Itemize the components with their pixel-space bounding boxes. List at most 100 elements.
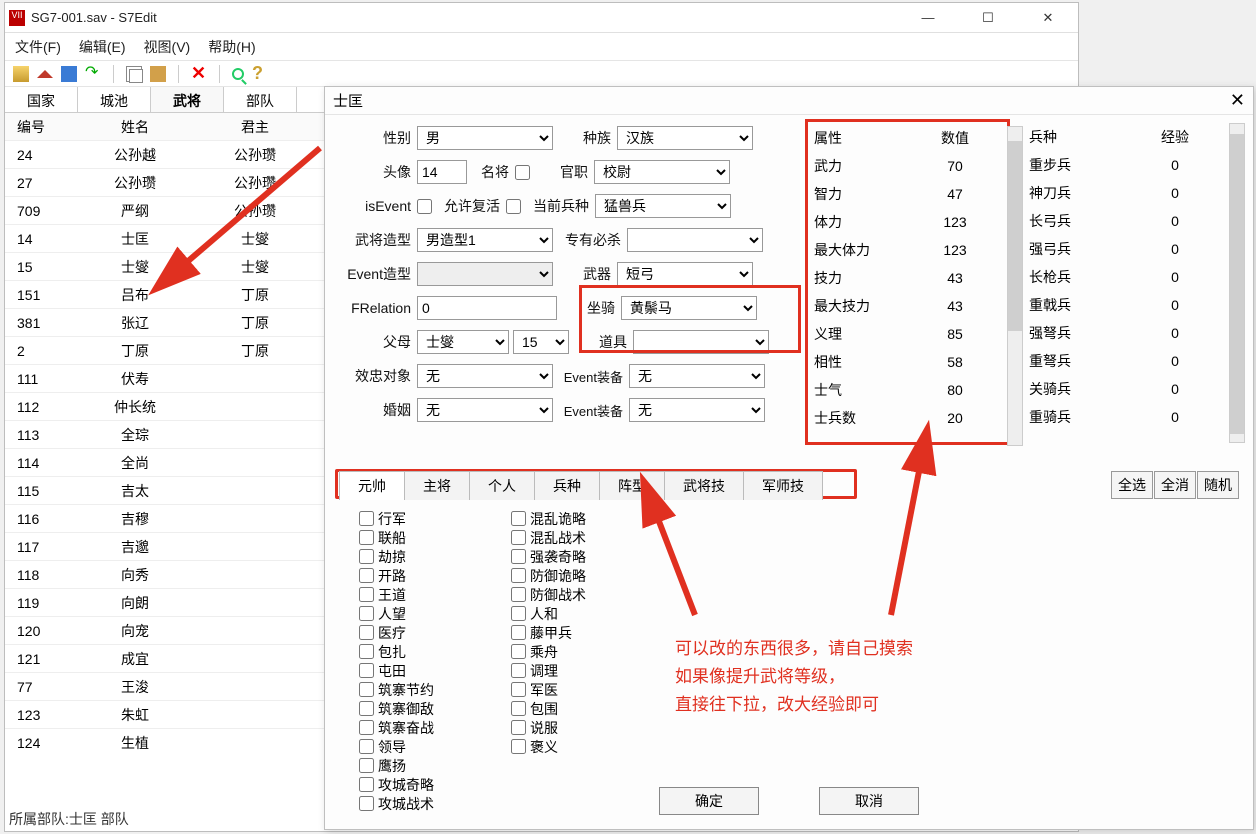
copy-icon[interactable] [126, 66, 142, 82]
parent-select[interactable]: 士燮 [417, 330, 509, 354]
search-icon[interactable] [232, 68, 244, 80]
cancel-button[interactable]: 取消 [819, 787, 919, 815]
skill-checkbox[interactable] [359, 663, 374, 678]
skill-checkbox[interactable] [511, 625, 526, 640]
skill-tab[interactable]: 军师技 [743, 471, 823, 500]
skill-checkbox[interactable] [511, 530, 526, 545]
skill-checkbox[interactable] [359, 530, 374, 545]
ok-button[interactable]: 确定 [659, 787, 759, 815]
skill-tab[interactable]: 元帅 [339, 471, 405, 500]
maximize-button[interactable]: ☐ [966, 4, 1010, 32]
skill-checkbox[interactable] [359, 587, 374, 602]
skill-item[interactable]: 领导 [359, 737, 499, 756]
skill-item[interactable]: 筑寨节约 [359, 680, 499, 699]
select-all-button[interactable]: 全选 [1111, 471, 1153, 499]
tab-city[interactable]: 城池 [78, 87, 151, 112]
dialog-close-button[interactable]: ✕ [1230, 90, 1245, 111]
skill-checkbox[interactable] [511, 549, 526, 564]
skill-item[interactable]: 混乱诡略 [511, 509, 651, 528]
skill-checkbox[interactable] [511, 701, 526, 716]
skill-checkbox[interactable] [511, 720, 526, 735]
skill-item[interactable]: 包围 [511, 699, 651, 718]
tab-country[interactable]: 国家 [5, 87, 78, 112]
menu-view[interactable]: 视图(V) [144, 37, 191, 56]
help-icon[interactable]: ? [252, 66, 268, 82]
troop-row[interactable]: 关骑兵0 [1025, 375, 1229, 403]
curtroop-select[interactable]: 猛兽兵 [595, 194, 731, 218]
skill-checkbox[interactable] [359, 682, 374, 697]
delete-icon[interactable]: ✕ [191, 66, 207, 82]
attr-row[interactable]: 武力70 [810, 152, 1005, 180]
troop-row[interactable]: 强弩兵0 [1025, 319, 1229, 347]
skill-item[interactable]: 医疗 [359, 623, 499, 642]
attr-row[interactable]: 义理85 [810, 320, 1005, 348]
attr-row[interactable]: 技力43 [810, 264, 1005, 292]
redo-icon[interactable]: ↷ [85, 66, 101, 82]
skill-item[interactable]: 军医 [511, 680, 651, 699]
skill-checkbox[interactable] [359, 739, 374, 754]
weapon-select[interactable]: 短弓 [617, 262, 753, 286]
skill-checkbox[interactable] [359, 511, 374, 526]
gender-select[interactable]: 男 [417, 126, 553, 150]
troop-scrollbar[interactable] [1229, 123, 1245, 443]
marriage-select[interactable]: 无 [417, 398, 553, 422]
skill-checkbox[interactable] [359, 549, 374, 564]
attr-row[interactable]: 智力47 [810, 180, 1005, 208]
skill-tab[interactable]: 个人 [469, 471, 535, 500]
th-id[interactable]: 编号 [5, 117, 75, 137]
skill-item[interactable]: 说服 [511, 718, 651, 737]
skill-item[interactable]: 王道 [359, 585, 499, 604]
skill-item[interactable]: 筑寨御敌 [359, 699, 499, 718]
skill-item[interactable]: 防御诡略 [511, 566, 651, 585]
skill-checkbox[interactable] [511, 644, 526, 659]
save-icon[interactable] [61, 66, 77, 82]
menu-help[interactable]: 帮助(H) [208, 37, 255, 56]
skill-item[interactable]: 行军 [359, 509, 499, 528]
skill-checkbox[interactable] [359, 720, 374, 735]
skill-item[interactable]: 筑寨奋战 [359, 718, 499, 737]
skill-item[interactable]: 劫掠 [359, 547, 499, 566]
skill-checkbox[interactable] [359, 701, 374, 716]
paste-icon[interactable] [150, 66, 166, 82]
troop-row[interactable]: 强弓兵0 [1025, 235, 1229, 263]
skill-item[interactable]: 防御战术 [511, 585, 651, 604]
skill-tab[interactable]: 主将 [404, 471, 470, 500]
troop-row[interactable]: 重步兵0 [1025, 151, 1229, 179]
skill-checkbox[interactable] [511, 606, 526, 621]
attr-scrollbar[interactable] [1007, 126, 1023, 446]
skill-checkbox[interactable] [511, 682, 526, 697]
tab-general[interactable]: 武将 [151, 87, 224, 112]
skill-checkbox[interactable] [511, 663, 526, 678]
skill-checkbox[interactable] [511, 511, 526, 526]
office-select[interactable]: 校尉 [594, 160, 730, 184]
skill-item[interactable]: 鹰扬 [359, 756, 499, 775]
skill-tab[interactable]: 阵型 [599, 471, 665, 500]
frel-input[interactable] [417, 296, 557, 320]
skill-item[interactable]: 联船 [359, 528, 499, 547]
attr-row[interactable]: 最大技力43 [810, 292, 1005, 320]
th-lord[interactable]: 君主 [195, 117, 315, 137]
skill-item[interactable]: 强袭奇略 [511, 547, 651, 566]
skill-checkbox[interactable] [511, 568, 526, 583]
skill-item[interactable]: 混乱战术 [511, 528, 651, 547]
isevent-checkbox[interactable] [417, 199, 432, 214]
skill-checkbox[interactable] [511, 587, 526, 602]
skill-item[interactable]: 褒义 [511, 737, 651, 756]
th-name[interactable]: 姓名 [75, 117, 195, 137]
skill-item[interactable]: 人望 [359, 604, 499, 623]
skill-item[interactable]: 人和 [511, 604, 651, 623]
troop-row[interactable]: 神刀兵0 [1025, 179, 1229, 207]
tab-troop[interactable]: 部队 [224, 87, 297, 112]
avatar-input[interactable] [417, 160, 467, 184]
troop-row[interactable]: 长枪兵0 [1025, 263, 1229, 291]
evequip2-select[interactable]: 无 [629, 398, 765, 422]
famous-checkbox[interactable] [515, 165, 530, 180]
attr-row[interactable]: 士气80 [810, 376, 1005, 404]
troop-row[interactable]: 重戟兵0 [1025, 291, 1229, 319]
skill-tab[interactable]: 兵种 [534, 471, 600, 500]
skill-checkbox[interactable] [359, 568, 374, 583]
skill-item[interactable]: 屯田 [359, 661, 499, 680]
revive-checkbox[interactable] [506, 199, 521, 214]
attr-row[interactable]: 士兵数20 [810, 404, 1005, 432]
skill-checkbox[interactable] [359, 606, 374, 621]
